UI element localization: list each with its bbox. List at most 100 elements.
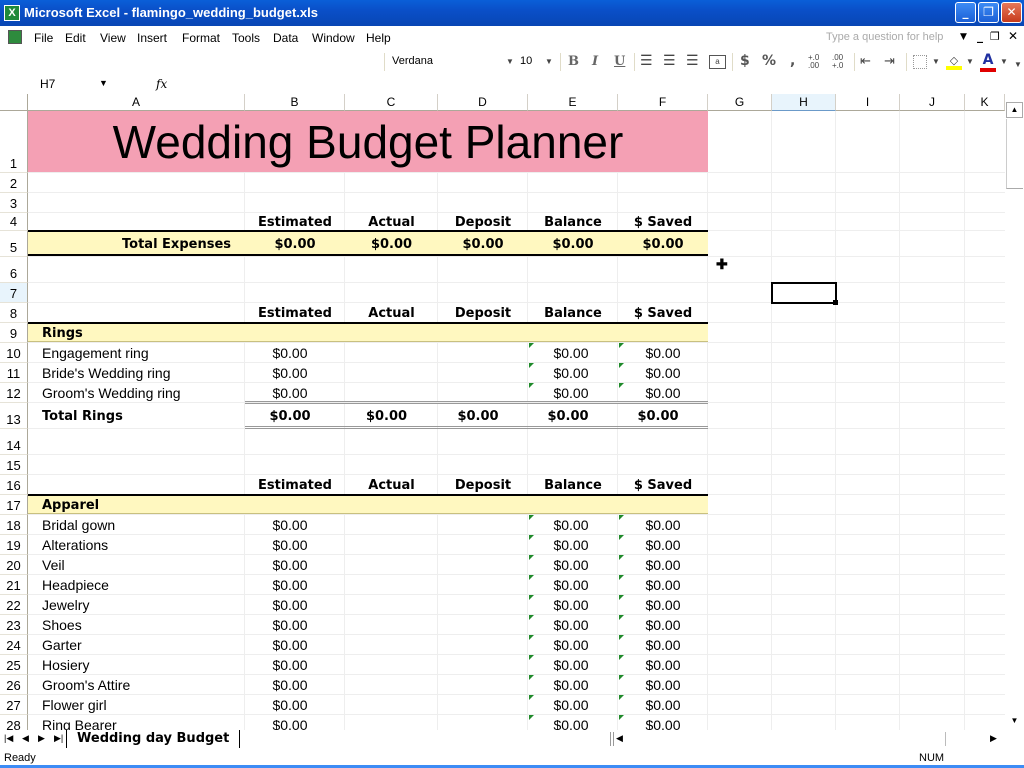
item-estimated[interactable]: $0.00 [245, 655, 335, 675]
column-header-c[interactable]: C [345, 94, 438, 111]
row-header-23[interactable]: 23 [0, 615, 28, 635]
column-header-k[interactable]: K [965, 94, 1005, 111]
bold-button[interactable]: B [568, 54, 579, 69]
item-estimated[interactable]: $0.00 [245, 363, 335, 383]
item-saved[interactable]: $0.00 [618, 535, 708, 555]
prev-sheet-icon[interactable]: ◀ [22, 733, 29, 744]
row-header-12[interactable]: 12 [0, 383, 28, 403]
scroll-left-icon[interactable]: ◀ [616, 733, 623, 744]
scroll-right-icon[interactable]: ▶ [990, 733, 997, 744]
item-saved[interactable]: $0.00 [618, 635, 708, 655]
total-expenses-value[interactable]: $0.00 [618, 231, 708, 257]
menu-data[interactable]: Data [273, 31, 298, 45]
workbook-restore-icon[interactable]: ❐ [990, 30, 1000, 43]
item-saved[interactable]: $0.00 [618, 595, 708, 615]
item-estimated[interactable]: $0.00 [245, 635, 335, 655]
row-header-21[interactable]: 21 [0, 575, 28, 595]
select-all-corner[interactable] [0, 94, 28, 111]
item-balance[interactable]: $0.00 [528, 343, 614, 363]
name-box[interactable]: H7 [40, 77, 55, 91]
item-saved[interactable]: $0.00 [618, 363, 708, 383]
formula-input[interactable] [180, 77, 1000, 93]
help-dropdown-icon[interactable]: ▼ [960, 32, 967, 42]
decrease-indent-icon[interactable]: ⇤ [860, 53, 871, 69]
item-name[interactable]: Hosiery [42, 655, 89, 675]
item-saved[interactable]: $0.00 [618, 615, 708, 635]
item-estimated[interactable]: $0.00 [245, 615, 335, 635]
menu-format[interactable]: Format [182, 31, 220, 45]
total-rings-value[interactable]: $0.00 [345, 403, 428, 429]
menu-help[interactable]: Help [366, 31, 391, 45]
vertical-scroll-thumb[interactable] [1006, 119, 1023, 189]
sheet-tab-wedding-day-budget[interactable]: Wedding day Budget [66, 730, 241, 748]
minimize-button[interactable]: _ [955, 2, 976, 23]
item-saved[interactable]: $0.00 [618, 555, 708, 575]
total-rings-value[interactable]: $0.00 [618, 403, 698, 429]
name-box-dropdown-icon[interactable]: ▼ [99, 78, 108, 88]
item-name[interactable]: Groom's Wedding ring [42, 383, 181, 403]
row-header-24[interactable]: 24 [0, 635, 28, 655]
close-button[interactable]: ✕ [1001, 2, 1022, 23]
worksheet-grid[interactable]: A B C D E F G H I J K 1 2 3 4 5 6 7 8 9 10 11 12 13 14 15 16 17 18 19… [0, 94, 1024, 730]
item-balance[interactable]: $0.00 [528, 515, 614, 535]
font-size-dropdown-icon[interactable]: ▼ [545, 57, 553, 66]
item-estimated[interactable]: $0.00 [245, 535, 335, 555]
column-header-h[interactable]: H [772, 94, 836, 111]
row-header-16[interactable]: 16 [0, 475, 28, 495]
item-saved[interactable]: $0.00 [618, 575, 708, 595]
fill-color-dropdown-icon[interactable]: ▼ [966, 57, 974, 66]
tab-split-handle[interactable] [610, 732, 614, 746]
item-deposit[interactable] [438, 343, 528, 363]
column-header-f[interactable]: F [618, 94, 708, 111]
item-estimated[interactable]: $0.00 [245, 695, 335, 715]
next-sheet-icon[interactable]: ▶ [38, 733, 45, 744]
item-saved[interactable]: $0.00 [618, 343, 708, 363]
item-balance[interactable]: $0.00 [528, 535, 614, 555]
workbook-minimize-icon[interactable]: _ [977, 29, 983, 43]
item-balance[interactable]: $0.00 [528, 363, 614, 383]
insert-function-button[interactable]: fx [156, 77, 167, 91]
item-balance[interactable]: $0.00 [528, 675, 614, 695]
decrease-decimal-icon[interactable]: .00 +.0 [832, 54, 843, 70]
menu-view[interactable]: View [100, 31, 126, 45]
currency-button[interactable]: $ [740, 53, 750, 69]
row-header-13[interactable]: 13 [0, 403, 28, 429]
item-balance[interactable]: $0.00 [528, 615, 614, 635]
row-header-27[interactable]: 27 [0, 695, 28, 715]
row-header-28[interactable]: 28 [0, 715, 28, 730]
item-saved[interactable]: $0.00 [618, 715, 708, 730]
item-saved[interactable]: $0.00 [618, 655, 708, 675]
align-center-icon[interactable]: ☰ [663, 52, 676, 69]
item-actual[interactable] [345, 363, 438, 383]
item-estimated[interactable]: $0.00 [245, 715, 335, 730]
total-expenses-value[interactable]: $0.00 [528, 231, 618, 257]
fill-handle[interactable] [833, 300, 838, 305]
menu-edit[interactable]: Edit [65, 31, 86, 45]
row-header-8[interactable]: 8 [0, 303, 28, 323]
row-header-1[interactable]: 1 [0, 111, 28, 173]
item-deposit[interactable] [438, 363, 528, 383]
item-estimated[interactable]: $0.00 [245, 343, 335, 363]
item-name[interactable]: Ring Bearer [42, 715, 117, 730]
row-header-2[interactable]: 2 [0, 173, 28, 193]
column-header-i[interactable]: I [836, 94, 900, 111]
item-actual[interactable] [345, 383, 438, 403]
horizontal-scrollbar[interactable] [628, 732, 946, 746]
row-header-18[interactable]: 18 [0, 515, 28, 535]
row-header-15[interactable]: 15 [0, 455, 28, 475]
item-name[interactable]: Shoes [42, 615, 82, 635]
item-balance[interactable]: $0.00 [528, 595, 614, 615]
scroll-down-icon[interactable]: ▼ [1006, 714, 1023, 730]
item-balance[interactable]: $0.00 [528, 555, 614, 575]
font-color-dropdown-icon[interactable]: ▼ [1000, 57, 1008, 66]
item-name[interactable]: Engagement ring [42, 343, 149, 363]
row-header-4[interactable]: 4 [0, 213, 28, 231]
row-header-14[interactable]: 14 [0, 429, 28, 455]
menu-insert[interactable]: Insert [137, 31, 167, 45]
item-estimated[interactable]: $0.00 [245, 515, 335, 535]
column-header-a[interactable]: A [28, 94, 245, 111]
total-expenses-value[interactable]: $0.00 [438, 231, 528, 257]
column-header-e[interactable]: E [528, 94, 618, 111]
item-name[interactable]: Flower girl [42, 695, 107, 715]
item-name[interactable]: Headpiece [42, 575, 109, 595]
